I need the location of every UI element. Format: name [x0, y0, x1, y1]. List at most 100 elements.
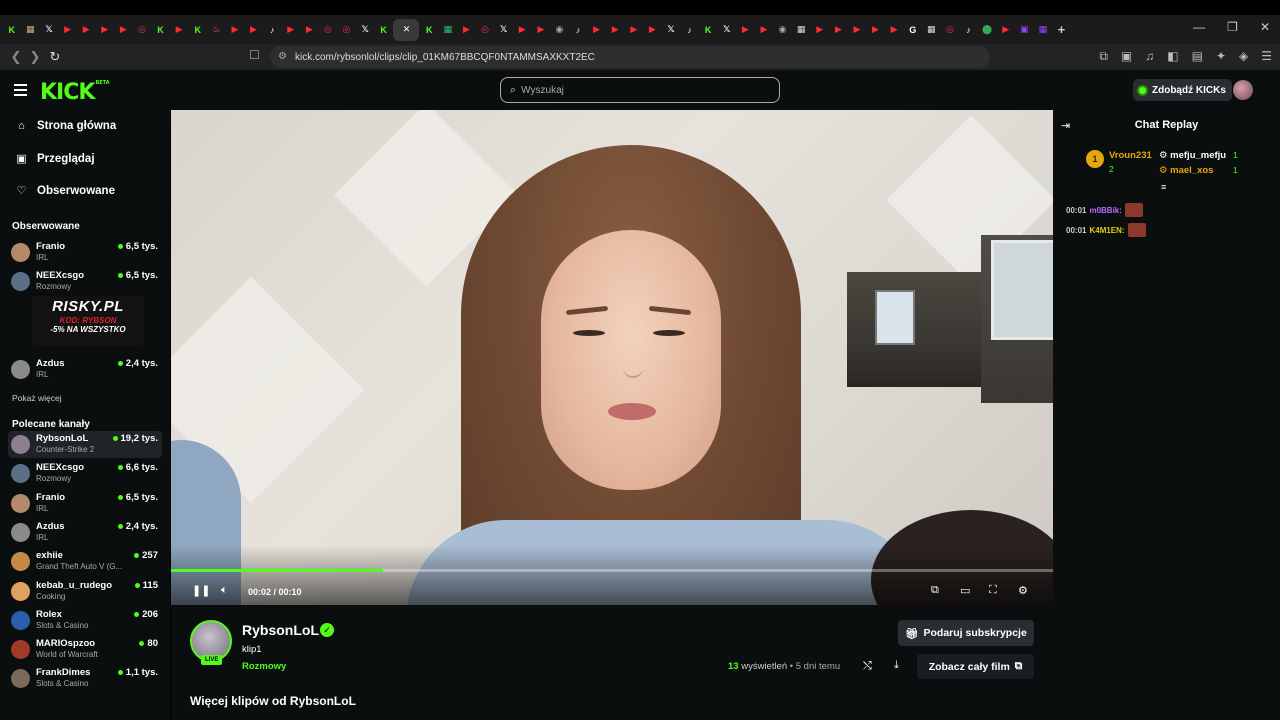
reload-icon[interactable]: ↻ — [45, 47, 65, 67]
leaderboard-user[interactable]: ⚙ mael_xos — [1159, 165, 1213, 176]
bookmark-icon[interactable]: ☐ — [249, 48, 260, 62]
browser-tab[interactable]: ▶ — [830, 19, 848, 41]
window-close-icon[interactable]: ✕ — [1260, 20, 1270, 34]
browser-tab[interactable]: ▶ — [245, 19, 263, 41]
browser-tab[interactable]: ▶ — [226, 19, 244, 41]
browser-tab[interactable]: ◎ — [338, 19, 356, 41]
browser-tab[interactable]: ◎ — [133, 19, 151, 41]
followed-channel[interactable]: NEEXcsgo Rozmowy 6,5 tys. — [8, 268, 162, 295]
browser-tab[interactable]: ▶ — [867, 19, 885, 41]
recommended-channel[interactable]: kebab_u_rudego Cooking 115 — [8, 578, 162, 605]
browser-tab[interactable]: ▶ — [588, 19, 606, 41]
browser-tab[interactable]: K — [3, 19, 21, 41]
browser-tab[interactable]: ◉ — [774, 19, 792, 41]
settings-icon[interactable]: ⚙ — [1018, 584, 1028, 597]
browser-tab[interactable]: K — [152, 19, 170, 41]
extension-icon[interactable]: ▣ — [1121, 49, 1132, 64]
browser-tab[interactable]: K — [189, 19, 207, 41]
progress-bar[interactable] — [171, 569, 1053, 572]
browser-tab[interactable]: 𝕏 — [356, 19, 374, 41]
watch-full-video-button[interactable]: Zobacz cały film ⧉ — [917, 654, 1034, 679]
browser-tab[interactable]: 𝕏 — [718, 19, 736, 41]
recommended-channel[interactable]: Franio IRL 6,5 tys. — [8, 490, 162, 517]
browser-tab[interactable]: 𝕏 — [40, 19, 58, 41]
browser-tab[interactable]: ▦ — [923, 19, 941, 41]
browser-tab[interactable]: K — [699, 19, 717, 41]
clip-category[interactable]: Rozmowy — [242, 661, 286, 672]
hamburger-menu-icon[interactable] — [14, 84, 27, 99]
new-tab-button[interactable]: + — [1053, 19, 1071, 41]
nav-home[interactable]: ⌂ Strona główna — [15, 120, 116, 132]
browser-tab[interactable]: G — [904, 19, 922, 41]
browser-tab[interactable]: ▦ — [439, 19, 457, 41]
browser-tab[interactable]: K — [375, 19, 393, 41]
kick-logo[interactable]: KICKBETA — [40, 80, 110, 105]
browser-tab[interactable]: ▶ — [96, 19, 114, 41]
recommended-channel[interactable]: exhiie Grand Theft Auto V (G... 257 — [8, 548, 162, 575]
menu-icon[interactable]: ☰ — [1261, 49, 1272, 64]
browser-tab[interactable]: ▶ — [755, 19, 773, 41]
channel-name[interactable]: RybsonLoL — [242, 622, 319, 638]
ai-icon[interactable]: ✦ — [1216, 49, 1226, 64]
browser-tab[interactable]: ▣ — [1015, 19, 1033, 41]
browser-tab[interactable]: ▶ — [301, 19, 319, 41]
browser-tab[interactable]: ♨ — [208, 19, 226, 41]
browser-tab[interactable]: 𝕏 — [495, 19, 513, 41]
browser-tab[interactable]: ▶ — [513, 19, 531, 41]
browser-tab[interactable]: ▦ — [22, 19, 40, 41]
music-icon[interactable]: ♫ — [1145, 49, 1154, 64]
leaderboard-user[interactable]: ⚙ mefju_mefju — [1159, 150, 1226, 161]
get-kicks-button[interactable]: Zdobądź KICKs — [1133, 79, 1232, 101]
browser-tab[interactable]: ▦ — [792, 19, 810, 41]
browser-tab[interactable]: ▶ — [997, 19, 1015, 41]
followed-channel[interactable]: Azdus IRL 2,4 tys. — [8, 356, 162, 383]
recommended-channel[interactable]: RybsonLoL Counter-Strike 2 19,2 tys. — [8, 431, 162, 458]
browser-tab[interactable]: ▶ — [625, 19, 643, 41]
browser-tab[interactable]: ▶ — [282, 19, 300, 41]
share-icon[interactable]: ⤭ — [863, 660, 872, 673]
browser-tab[interactable]: ▶ — [811, 19, 829, 41]
pip-icon[interactable]: ⧉ — [931, 584, 939, 597]
browser-tab[interactable]: ✕ — [393, 18, 420, 41]
leaderboard-user[interactable]: Vroun231 — [1109, 150, 1152, 161]
recommended-channel[interactable]: NEEXcsgo Rozmowy 6,6 tys. — [8, 460, 162, 487]
back-icon[interactable]: ❮ — [6, 47, 26, 67]
browser-tab[interactable]: ▶ — [532, 19, 550, 41]
gift-subscription-button[interactable]: 🎁︎ Podaruj subskrypcje — [898, 620, 1034, 646]
browser-tab[interactable]: ▶ — [170, 19, 188, 41]
minimize-icon[interactable]: — — [1193, 20, 1205, 34]
browser-tab[interactable]: K — [420, 19, 438, 41]
browser-tab[interactable]: ▶ — [115, 19, 133, 41]
browser-tab[interactable]: ▶ — [458, 19, 476, 41]
maximize-icon[interactable]: ❐ — [1227, 20, 1238, 34]
browser-tab[interactable]: ◎ — [319, 19, 337, 41]
volume-icon[interactable]: 🔈︎ — [221, 584, 228, 597]
browser-tab[interactable]: ◎ — [476, 19, 494, 41]
browser-tab[interactable]: ▶ — [885, 19, 903, 41]
browser-tab[interactable]: ♪ — [960, 19, 978, 41]
followed-channel[interactable]: Franio IRL 6,5 tys. — [8, 239, 162, 266]
extension-icon[interactable]: ⧉ — [1099, 49, 1108, 64]
browser-tab[interactable]: ▶ — [848, 19, 866, 41]
url-field[interactable]: ⚙ kick.com/rybsonlol/clips/clip_01KM67BB… — [270, 46, 990, 68]
sidebar-icon[interactable]: ◧ — [1167, 49, 1178, 64]
show-more-link[interactable]: Pokaż więcej — [12, 393, 62, 403]
browser-tab[interactable]: 𝕏 — [662, 19, 680, 41]
site-info-icon[interactable]: ⚙ — [278, 51, 287, 62]
recommended-channel[interactable]: MARIOspzoo World of Warcraft 80 — [8, 636, 162, 663]
theater-mode-icon[interactable]: ▭ — [960, 584, 970, 597]
browser-tab[interactable]: ▶ — [606, 19, 624, 41]
browser-tab[interactable]: ▶ — [59, 19, 77, 41]
browser-tab[interactable]: ▶ — [737, 19, 755, 41]
browser-tab[interactable]: ♪ — [681, 19, 699, 41]
browser-tab[interactable]: ♪ — [569, 19, 587, 41]
pause-icon[interactable]: ❚❚ — [192, 584, 210, 597]
browser-tab[interactable]: ▦ — [1034, 19, 1052, 41]
browser-tab[interactable]: ▶ — [644, 19, 662, 41]
expand-leaderboard-icon[interactable]: ≡ — [1161, 182, 1166, 192]
browser-tab[interactable]: ⬤ — [978, 19, 996, 41]
wallet-icon[interactable]: ▤ — [1192, 49, 1203, 64]
download-icon[interactable]: ⤓ — [894, 659, 899, 672]
vpn-icon[interactable]: ◈ — [1239, 49, 1248, 64]
user-avatar[interactable] — [1233, 80, 1253, 100]
